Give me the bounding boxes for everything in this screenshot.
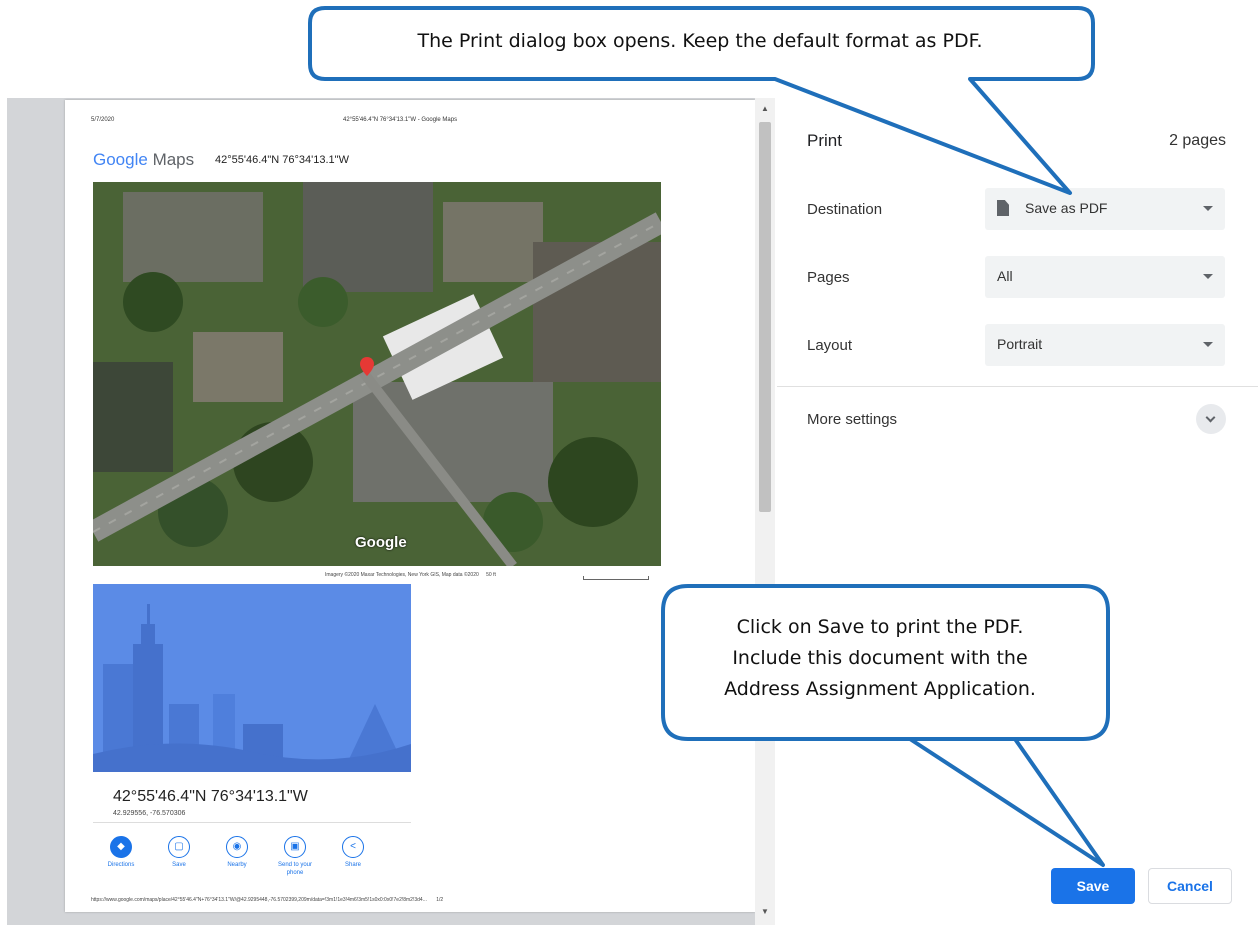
callout-line: Include this document with the [732,647,1028,669]
callout-line: Address Assignment Application. [724,678,1036,700]
callout-top-text: The Print dialog box opens. Keep the def… [417,30,983,52]
screenshot-root: 5/7/2020 42°55'46.4"N 76°34'13.1"W - Goo… [0,0,1258,925]
callout-bottom-text: Click on Save to print the PDF. Include … [665,612,1095,705]
callout-line: Click on Save to print the PDF. [736,616,1024,638]
callout-shapes [308,6,1110,867]
